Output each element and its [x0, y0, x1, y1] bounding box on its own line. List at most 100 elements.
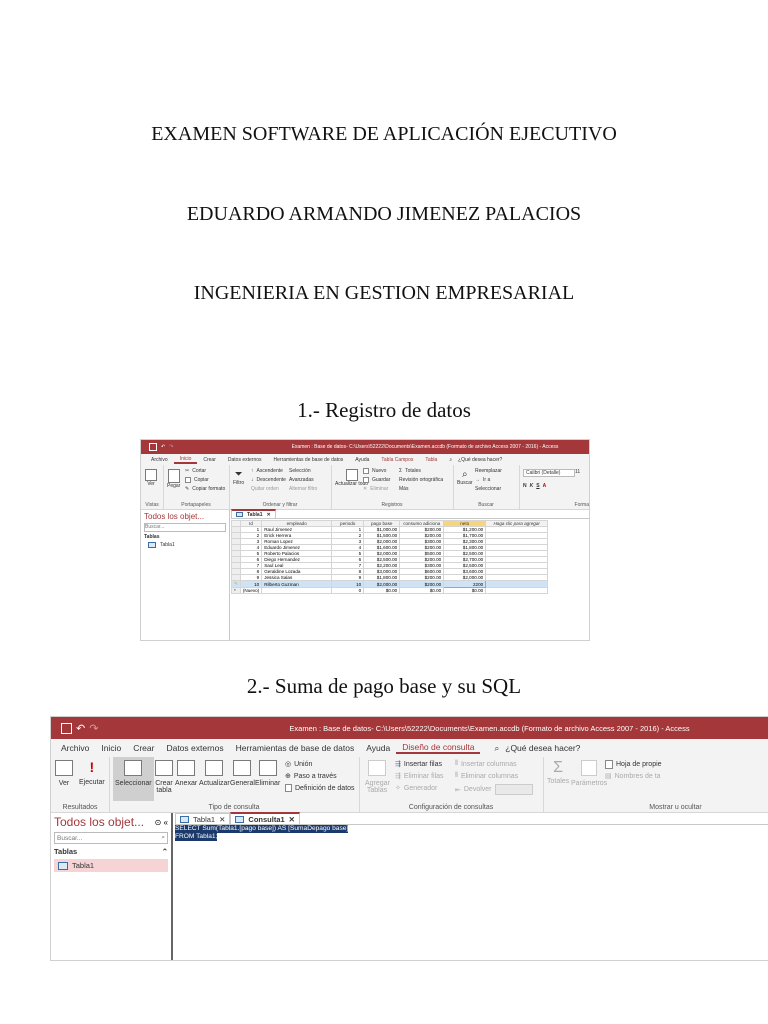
table-cell[interactable]: $200.00	[399, 580, 445, 588]
toggle-filter-button[interactable]: Alternar filtro	[289, 486, 317, 492]
nav-section-tablas[interactable]: Tablas ⌃	[54, 847, 168, 856]
selection-button[interactable]: Selección	[289, 468, 311, 474]
tab-consulta1[interactable]: Consulta1 ✕	[230, 812, 300, 824]
view-button[interactable]: Ver	[55, 760, 73, 787]
italic-icon[interactable]: K	[530, 483, 534, 489]
advanced-button[interactable]: Avanzadas	[289, 477, 314, 483]
table-cell[interactable]	[261, 587, 333, 594]
menu-archivo[interactable]: Archivo	[145, 457, 174, 463]
union-button[interactable]: ◎ Unión	[285, 760, 312, 769]
nav-search-input[interactable]: Buscar... ⌕	[54, 832, 168, 844]
close-icon[interactable]: ✕	[266, 512, 270, 518]
menu-inicio[interactable]: Inicio	[95, 743, 127, 753]
nav-item-tabla1[interactable]: Tabla1	[144, 542, 226, 548]
builder-button[interactable]: ✧ Generador	[395, 784, 437, 793]
insert-rows-button[interactable]: ⇶ Insertar filas	[395, 760, 442, 769]
font-select[interactable]: Calibri (Detalle)	[523, 469, 575, 477]
table-cell[interactable]: 0	[331, 587, 365, 594]
return-button[interactable]: ⇤ Devolver	[455, 784, 533, 795]
edit-pencil-icon[interactable]: ✎	[231, 580, 241, 588]
delete-columns-button[interactable]: ⫴ Eliminar columnas	[455, 772, 518, 780]
menu-datos-externos[interactable]: Datos externos	[222, 457, 268, 463]
paste-button[interactable]: Pegar	[167, 469, 180, 489]
table-cell[interactable]: $0.00	[443, 587, 487, 594]
menu-archivo[interactable]: Archivo	[55, 743, 95, 753]
replace-button[interactable]: Reemplazar	[475, 468, 502, 474]
menu-inicio[interactable]: Inicio	[173, 456, 198, 464]
make-table-button[interactable]: Crear tabla	[153, 760, 175, 794]
delete-query-button[interactable]: Eliminar	[255, 760, 280, 787]
nav-item-tabla1[interactable]: Tabla1	[54, 859, 168, 872]
table-cell[interactable]	[485, 580, 549, 588]
totals-button[interactable]: Σ Totales	[547, 760, 569, 786]
table-cell[interactable]: 10	[239, 580, 263, 588]
run-button[interactable]: ! Ejecutar	[79, 760, 105, 787]
cut-button[interactable]: ✂ Cortar	[185, 468, 206, 474]
close-icon[interactable]: ✕	[289, 815, 295, 824]
table-cell[interactable]: (Nuevo)	[239, 587, 263, 594]
select-button[interactable]: Seleccionar	[475, 486, 501, 492]
tab-tabla1[interactable]: Tabla1 ✕	[231, 509, 276, 518]
table-names-button[interactable]: ▤ Nombres de ta	[605, 772, 661, 781]
filter-button[interactable]: ⏷ Filtro	[233, 469, 244, 486]
underline-icon[interactable]: S	[536, 483, 539, 489]
bold-icon[interactable]: N	[523, 483, 527, 489]
menu-herramientas[interactable]: Herramientas de base de datos	[268, 457, 350, 463]
table-cell[interactable]: Rilberto Guzman	[261, 580, 333, 588]
menu-herramientas[interactable]: Herramientas de base de datos	[230, 743, 361, 753]
delete-rows-button[interactable]: ⇶ Eliminar filas	[395, 772, 444, 781]
menu-diseno-consulta[interactable]: Diseño de consulta	[396, 742, 481, 754]
spelling-button[interactable]: Revisión ortográfica	[399, 477, 443, 483]
menu-ayuda[interactable]: Ayuda	[349, 457, 375, 463]
format-buttons[interactable]: N K S A	[523, 483, 546, 489]
ascending-button[interactable]: ↑ Ascendente	[251, 468, 283, 474]
parameters-button[interactable]: Parámetros	[571, 760, 607, 787]
table-row[interactable]: ✎ 10 Rilberto Guzman 10 $2,000.00 $200.00 2200	[231, 580, 549, 588]
update-button[interactable]: Actualizar	[199, 760, 230, 787]
menu-datos-externos[interactable]: Datos externos	[160, 743, 229, 753]
property-sheet-button[interactable]: Hoja de propie	[605, 760, 662, 769]
copy-button[interactable]: Copiar	[185, 477, 209, 483]
close-icon[interactable]: ✕	[219, 815, 225, 824]
nav-search-input[interactable]: Buscar...	[144, 523, 226, 532]
collapse-chevron-icon[interactable]: ⊙ «	[155, 818, 168, 827]
descending-button[interactable]: ↓ Descendente	[251, 477, 286, 483]
nav-pane-title[interactable]: Todos los objet...	[54, 815, 144, 829]
add-tables-button[interactable]: Agregar Tablas	[365, 760, 390, 794]
font-color-icon[interactable]: A	[543, 483, 547, 489]
table-cell[interactable]	[485, 587, 549, 594]
find-button[interactable]: ⌕ Buscar	[457, 469, 473, 486]
menu-crear[interactable]: Crear	[127, 743, 160, 753]
tab-tabla1[interactable]: Tabla1 ✕	[175, 813, 231, 824]
table-cell[interactable]: $2,000.00	[363, 580, 401, 588]
menu-ayuda[interactable]: Ayuda	[360, 743, 396, 753]
nav-section-tablas[interactable]: Tablas	[144, 534, 226, 540]
menu-crear[interactable]: Crear	[197, 457, 222, 463]
crosstab-button[interactable]: General	[230, 760, 255, 787]
table-cell[interactable]: 2200	[443, 580, 487, 588]
delete-record-button[interactable]: ✕ Eliminar	[363, 486, 388, 492]
pass-through-button[interactable]: ⊕ Paso a través	[285, 772, 337, 781]
goto-button[interactable]: → Ir a	[475, 477, 490, 483]
table-cell[interactable]: $0.00	[399, 587, 445, 594]
sql-editor[interactable]: SELECT Sum(Tabla1.[pago base]) AS [SumaD…	[175, 825, 349, 841]
select-query-button[interactable]: Seleccionar	[113, 757, 154, 801]
more-button[interactable]: Más	[399, 486, 408, 492]
menu-tabla[interactable]: Tabla	[419, 457, 443, 463]
return-select[interactable]	[494, 784, 533, 795]
nav-pane-title[interactable]: Todos los objet...	[144, 512, 226, 521]
tell-me-box[interactable]: ¿Qué desea hacer?	[452, 457, 508, 463]
save-record-button[interactable]: Guardar	[363, 477, 390, 483]
insert-columns-button[interactable]: ⫴ Insertar columnas	[455, 760, 517, 768]
data-definition-button[interactable]: Definición de datos	[285, 784, 355, 792]
column-header[interactable]: Haga clic para agregar	[485, 520, 549, 527]
tell-me-box[interactable]: ¿Qué desea hacer?	[499, 743, 586, 753]
column-header[interactable]: consumo adiciona	[399, 520, 445, 527]
remove-sort-button[interactable]: Quitar orden	[251, 486, 279, 492]
collapse-icon[interactable]: ⌃	[162, 847, 168, 856]
table-cell[interactable]: $0.00	[363, 587, 401, 594]
new-record-row[interactable]: * (Nuevo) 0 $0.00 $0.00 $0.00	[231, 587, 549, 594]
new-record-button[interactable]: Nuevo	[363, 468, 386, 474]
totals-button[interactable]: Σ Totales	[399, 468, 421, 474]
append-button[interactable]: Anexar	[175, 760, 197, 787]
